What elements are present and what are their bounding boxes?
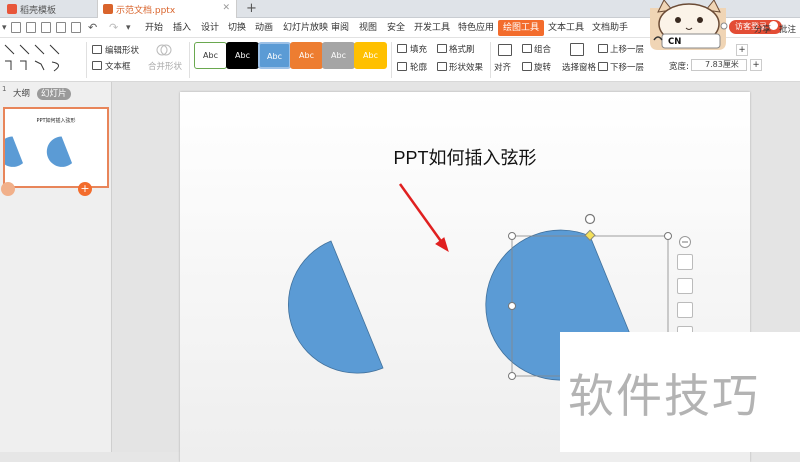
shape-effect-icon: [437, 62, 447, 71]
edit-shape-icon: [92, 45, 102, 54]
bring-forward-button[interactable]: 上移一层: [610, 43, 644, 55]
slide-number: 1: [2, 85, 7, 93]
tab-label: 稻壳模板: [20, 5, 57, 16]
menu-dropdown-icon[interactable]: ▾: [2, 18, 7, 38]
menu-transition[interactable]: 切换: [228, 18, 246, 38]
height-increase-button[interactable]: +: [736, 44, 748, 56]
slide-panel: 大纲 幻灯片 PPT如何插入弦形 1 +: [0, 82, 112, 452]
line-shapes-gallery[interactable]: [2, 42, 68, 74]
menu-review[interactable]: 审阅: [331, 18, 349, 38]
print-preview-icon[interactable]: [56, 22, 66, 33]
bring-forward-icon: [598, 44, 608, 53]
redo-icon[interactable]: ↷: [109, 18, 118, 38]
watermark-text: 软件技巧: [568, 369, 760, 423]
menu-design[interactable]: 设计: [201, 18, 219, 38]
thumbnail-title: PPT如何插入弦形: [36, 118, 76, 124]
save-icon[interactable]: [11, 22, 21, 33]
fill-icon: [397, 44, 407, 53]
format-painter-button[interactable]: 格式刷: [449, 43, 475, 55]
undo-icon[interactable]: ↶: [88, 18, 97, 38]
send-backward-button[interactable]: 下移一层: [610, 61, 644, 73]
fill-button[interactable]: 填充: [410, 43, 427, 55]
style-black[interactable]: Abc: [226, 42, 259, 69]
comment-button[interactable]: 批注: [779, 23, 796, 35]
style-white[interactable]: Abc: [194, 42, 227, 69]
slide-thumbnail-1[interactable]: PPT如何插入弦形: [3, 107, 109, 188]
open-icon[interactable]: [26, 22, 36, 33]
menu-text-tools[interactable]: 文本工具: [548, 18, 584, 38]
play-icon[interactable]: [1, 182, 15, 196]
ppt-file-icon: [103, 4, 113, 14]
new-tab-icon[interactable]: +: [246, 1, 257, 16]
menu-doc-assistant[interactable]: 文档助手: [592, 18, 628, 38]
align-button[interactable]: 对齐: [494, 61, 511, 73]
share-button[interactable]: 分享: [754, 23, 771, 35]
shape-effect-button[interactable]: 形状效果: [449, 61, 483, 73]
send-backward-icon: [598, 62, 608, 71]
layers-icon[interactable]: [677, 254, 693, 270]
merge-shape-icon: [156, 44, 172, 56]
outline-icon: [397, 62, 407, 71]
cn-badge: CN: [668, 37, 682, 47]
align-icon: [498, 44, 512, 56]
format-icon[interactable]: [71, 22, 81, 33]
rotate-icon: [522, 62, 532, 71]
mascot-cat-image: [650, 0, 728, 50]
close-tab-icon[interactable]: ✕: [222, 3, 230, 13]
text-box-icon: [92, 61, 102, 70]
tab-slides[interactable]: 幻灯片: [37, 88, 71, 100]
style-gray[interactable]: Abc: [322, 42, 355, 69]
text-box-button[interactable]: 文本框: [105, 60, 131, 72]
rotate-button[interactable]: 旋转: [534, 61, 551, 73]
menu-view[interactable]: 视图: [359, 18, 377, 38]
pen-icon[interactable]: [677, 278, 693, 294]
width-increase-button[interactable]: +: [750, 59, 762, 71]
style-blue[interactable]: Abc: [258, 42, 291, 69]
style-orange[interactable]: Abc: [290, 42, 323, 69]
watermark-overlay: 软件技巧: [560, 332, 800, 452]
menu-security[interactable]: 安全: [387, 18, 405, 38]
menu-developer[interactable]: 开发工具: [414, 18, 450, 38]
docer-icon: [7, 4, 17, 14]
selection-pane-button[interactable]: 选择窗格: [562, 61, 596, 73]
print-icon[interactable]: [41, 22, 51, 33]
tab-outline[interactable]: 大纲: [9, 88, 34, 100]
outline-button[interactable]: 轮廓: [410, 61, 427, 73]
rotate-handle: [584, 213, 596, 225]
format-painter-icon: [437, 44, 447, 53]
merge-shape-button[interactable]: 合并形状: [148, 60, 182, 72]
menu-special[interactable]: 特色应用: [458, 18, 494, 38]
style-gold[interactable]: Abc: [354, 42, 387, 69]
tab-document[interactable]: 示范文档.pptx ✕: [97, 0, 237, 18]
edit-shape-button[interactable]: 编辑形状: [105, 44, 139, 56]
tab-label: 示范文档.pptx: [116, 5, 176, 16]
red-arrow: [398, 183, 449, 253]
group-button[interactable]: 组合: [534, 43, 551, 55]
fill-icon[interactable]: [677, 302, 693, 318]
menu-slideshow[interactable]: 幻灯片放映: [283, 18, 328, 38]
add-slide-icon[interactable]: +: [78, 182, 92, 196]
tab-docer-templates[interactable]: 稻壳模板: [2, 0, 98, 18]
menu-animation[interactable]: 动画: [255, 18, 273, 38]
menu-insert[interactable]: 插入: [173, 18, 191, 38]
selection-pane-icon: [570, 43, 584, 56]
menu-home[interactable]: 开始: [145, 18, 163, 38]
more-icon[interactable]: ▾: [126, 18, 131, 38]
chord-shape-left: [287, 240, 384, 374]
menu-drawing-tools[interactable]: 绘图工具: [498, 20, 545, 36]
group-icon: [522, 44, 532, 53]
